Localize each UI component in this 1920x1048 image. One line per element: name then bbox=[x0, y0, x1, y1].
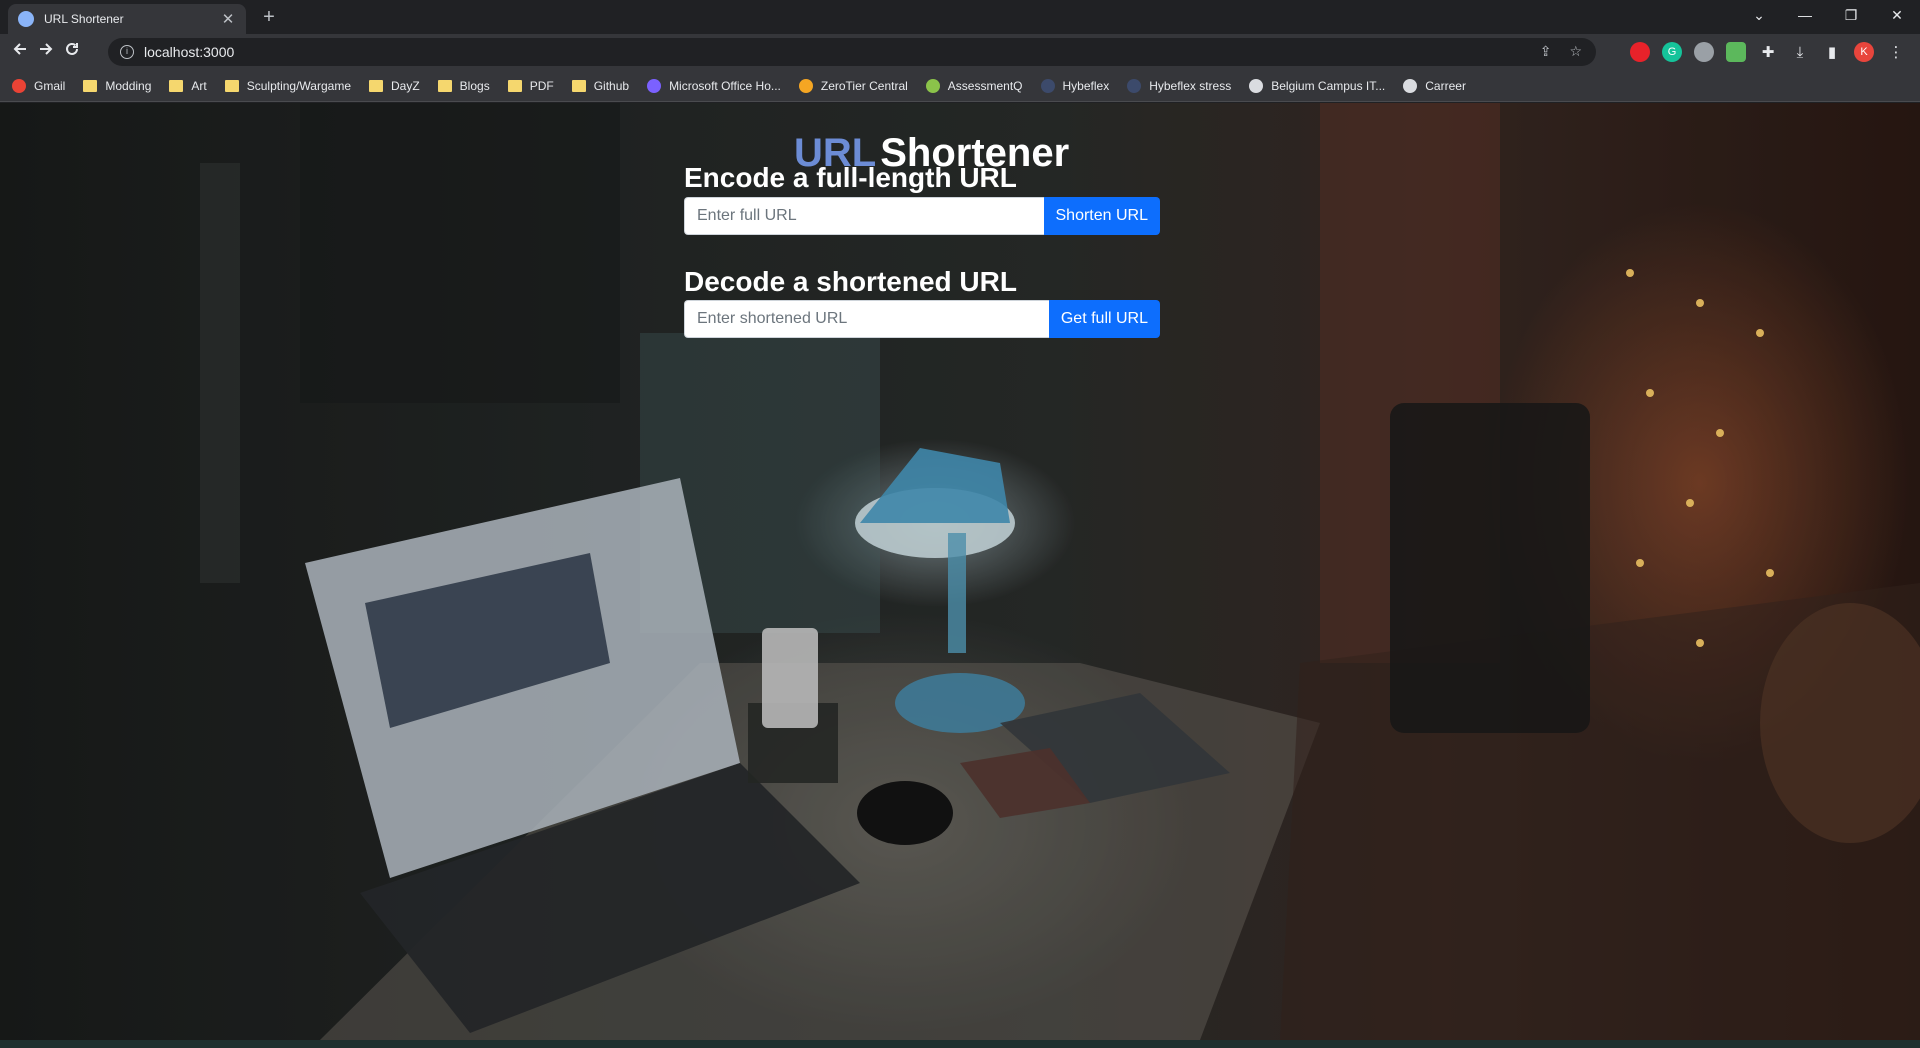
bookmark-label: Art bbox=[191, 78, 207, 93]
new-tab-button[interactable]: + bbox=[258, 6, 280, 28]
bookmark-label: PDF bbox=[529, 78, 554, 93]
gmail-icon bbox=[12, 78, 26, 93]
hybeflex-icon bbox=[1040, 78, 1055, 93]
career-icon bbox=[1403, 78, 1418, 93]
bookmark-item[interactable]: Gmail bbox=[12, 78, 66, 93]
minimize-button[interactable]: — bbox=[1782, 7, 1828, 23]
bookmark-item[interactable]: Hybeflex bbox=[1040, 78, 1110, 93]
bookmark-label: Sculpting/Wargame bbox=[246, 78, 351, 93]
forward-arrow-icon[interactable] bbox=[34, 40, 58, 64]
adblock-extension-icon[interactable] bbox=[1630, 42, 1650, 62]
bookmark-item[interactable]: ZeroTier Central bbox=[798, 78, 908, 93]
tab-strip: URL Shortener ✕ + ⌄ — ❐ ✕ bbox=[0, 0, 1920, 34]
full-url-input[interactable] bbox=[684, 197, 1044, 235]
bookmark-label: Hybeflex stress bbox=[1149, 78, 1232, 93]
android-extension-icon[interactable] bbox=[1726, 42, 1746, 62]
side-panel-icon[interactable]: ▮ bbox=[1822, 43, 1842, 61]
address-url[interactable]: localhost:3000 bbox=[144, 44, 234, 60]
bookmark-label: AssessmentQ bbox=[947, 78, 1023, 93]
address-bar[interactable]: i localhost:3000 ⇪ ☆ bbox=[108, 38, 1596, 66]
folder-icon bbox=[224, 79, 239, 92]
site-info-icon[interactable]: i bbox=[120, 45, 134, 59]
office-icon bbox=[647, 78, 662, 93]
hybeflex-icon bbox=[1127, 78, 1142, 93]
bookmark-label: Carreer bbox=[1425, 78, 1466, 93]
desk-background-image bbox=[0, 103, 1920, 1040]
decode-heading: Decode a shortened URL bbox=[684, 266, 1017, 297]
bookmark-label: Blogs bbox=[459, 78, 490, 93]
bookmark-label: Hybeflex bbox=[1062, 78, 1110, 93]
restore-button[interactable]: ❐ bbox=[1828, 7, 1874, 24]
tab-url-shortener[interactable]: URL Shortener ✕ bbox=[8, 4, 246, 34]
folder-icon bbox=[437, 79, 452, 92]
menu-kebab-icon[interactable]: ⋮ bbox=[1886, 43, 1906, 61]
tab-close-icon[interactable]: ✕ bbox=[220, 10, 236, 28]
bookmark-item[interactable]: Art bbox=[169, 78, 207, 93]
bookmark-item[interactable]: Hybeflex stress bbox=[1127, 78, 1232, 93]
zerotier-icon bbox=[798, 78, 813, 93]
assessmentq-icon bbox=[925, 78, 940, 93]
back-arrow-icon[interactable] bbox=[8, 40, 32, 64]
bookmark-item[interactable]: AssessmentQ bbox=[925, 78, 1023, 93]
shorten-url-button[interactable]: Shorten URL bbox=[1043, 197, 1160, 235]
bookmarks-bar: Gmail Modding Art Sculpting/Wargame DayZ Blog… bbox=[0, 70, 1920, 102]
bookmark-item[interactable]: Modding bbox=[83, 79, 151, 93]
tab-search-icon[interactable]: ⌄ bbox=[1736, 7, 1782, 24]
encode-heading: Encode a full-length URL bbox=[684, 162, 1017, 193]
profile-avatar[interactable]: K bbox=[1854, 42, 1874, 62]
browser-toolbar: i localhost:3000 ⇪ ☆ G ✚ ⤓ ▮ K ⋮ bbox=[0, 34, 1920, 70]
bookmark-label: DayZ bbox=[391, 78, 420, 93]
download-icon[interactable]: ⤓ bbox=[1790, 44, 1810, 61]
extensions-area: G ✚ ⤓ ▮ K ⋮ bbox=[1630, 42, 1906, 62]
bookmark-item[interactable]: Carreer bbox=[1403, 78, 1466, 93]
close-window-button[interactable]: ✕ bbox=[1874, 7, 1920, 24]
bookmark-item[interactable]: DayZ bbox=[369, 79, 420, 93]
get-full-url-button[interactable]: Get full URL bbox=[1048, 300, 1160, 338]
folder-icon bbox=[571, 79, 586, 92]
bookmark-label: Microsoft Office Ho... bbox=[669, 78, 781, 93]
page-background: URLShortener Encode a full-length URL Sh… bbox=[0, 103, 1920, 1040]
bookmark-item[interactable]: Belgium Campus IT... bbox=[1249, 78, 1386, 93]
bookmark-item[interactable]: Microsoft Office Ho... bbox=[647, 78, 781, 93]
bookmark-label: Modding bbox=[105, 78, 152, 93]
bookmark-label: Belgium Campus IT... bbox=[1271, 78, 1386, 93]
window-controls: ⌄ — ❐ ✕ bbox=[1736, 0, 1920, 30]
bookmark-item[interactable]: PDF bbox=[507, 78, 554, 93]
os-taskbar bbox=[0, 1040, 1920, 1048]
bookmark-item[interactable]: Github bbox=[571, 78, 630, 93]
bookmark-label: Github bbox=[593, 78, 630, 93]
bookmark-item[interactable]: Sculpting/Wargame bbox=[224, 78, 351, 93]
bookmark-label: Gmail bbox=[34, 78, 66, 93]
shortened-url-input[interactable] bbox=[684, 300, 1049, 338]
share-icon[interactable]: ⇪ bbox=[1540, 43, 1552, 60]
bookmark-item[interactable]: Blogs bbox=[437, 78, 490, 93]
folder-icon bbox=[83, 79, 98, 92]
grammarly-extension-icon[interactable]: G bbox=[1662, 42, 1682, 62]
reload-icon[interactable] bbox=[60, 40, 84, 64]
tab-favicon-icon bbox=[18, 11, 34, 27]
folder-icon bbox=[369, 79, 383, 92]
puzzle-extensions-icon[interactable]: ✚ bbox=[1758, 43, 1778, 61]
tab-title: URL Shortener bbox=[44, 12, 124, 26]
encode-input-group: Shorten URL bbox=[684, 197, 1160, 235]
decode-input-group: Get full URL bbox=[684, 300, 1160, 338]
belgium-campus-icon bbox=[1249, 78, 1264, 93]
folder-icon bbox=[169, 79, 184, 92]
bookmark-label: ZeroTier Central bbox=[820, 78, 908, 93]
owl-extension-icon[interactable] bbox=[1694, 42, 1714, 62]
folder-icon bbox=[507, 79, 522, 92]
bookmark-star-icon[interactable]: ☆ bbox=[1569, 43, 1582, 60]
